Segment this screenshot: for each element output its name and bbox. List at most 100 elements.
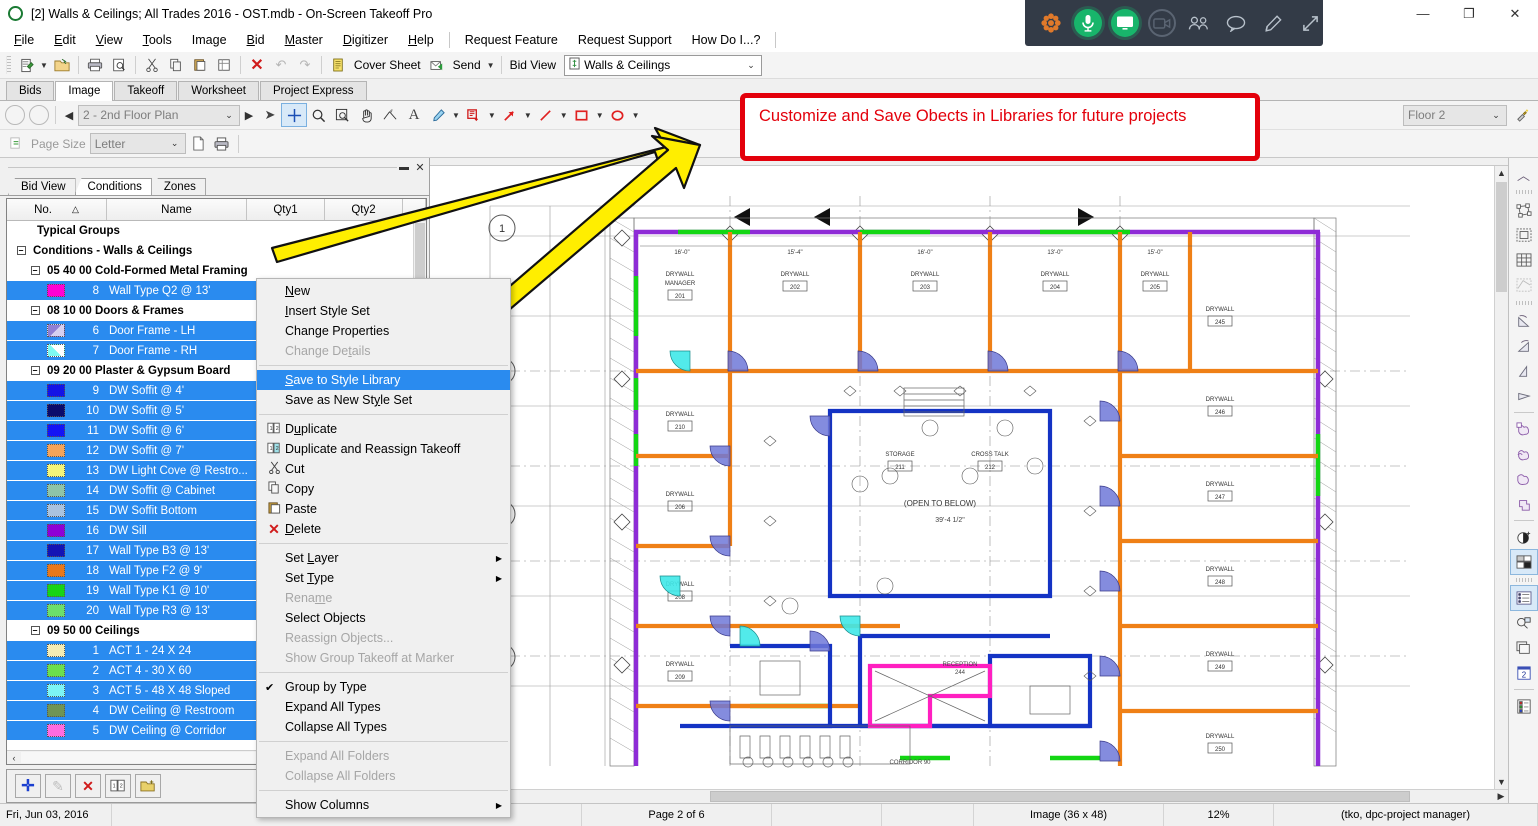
menu-file[interactable]: File	[4, 30, 44, 50]
blueprint-canvas[interactable]: 12 34 DETAILDETAIL	[430, 166, 1508, 789]
rectangle-annotation-tool[interactable]	[570, 104, 594, 126]
rail-grip-3[interactable]	[1516, 578, 1532, 582]
panel-minimize-icon[interactable]: ▬	[397, 162, 411, 173]
menu-item-save-to-style-library[interactable]: Save to Style Library	[257, 370, 510, 390]
chat-icon[interactable]	[1222, 9, 1250, 37]
rail-grip-2[interactable]	[1516, 301, 1532, 305]
undo-icon[interactable]: ↶	[269, 54, 293, 76]
microphone-icon[interactable]	[1074, 9, 1102, 37]
open-bid-icon[interactable]	[50, 54, 74, 76]
polygon-edit-icon[interactable]	[1511, 198, 1537, 222]
pages-stack-icon[interactable]	[1511, 636, 1537, 660]
menu-item-delete[interactable]: ✕ Delete	[257, 519, 510, 539]
cover-sheet-label[interactable]: Cover Sheet	[350, 58, 425, 72]
menu-item-duplicate[interactable]: 12 Duplicate	[257, 419, 510, 439]
bid-view-combo[interactable]: Walls & Ceilings ⌄	[564, 55, 762, 76]
chevron-down-icon[interactable]: ⌄	[167, 138, 183, 149]
edit-condition-button[interactable]: ✎	[45, 774, 71, 798]
tab-project-express[interactable]: Project Express	[260, 81, 367, 100]
page-combo[interactable]: 2 - 2nd Floor Plan ⌄	[78, 105, 240, 126]
rect-dropdown-caret[interactable]: ▼	[594, 111, 606, 120]
overlay-merge-icon[interactable]	[1511, 467, 1537, 491]
zoom-tool[interactable]	[306, 104, 330, 126]
expander-icon[interactable]: −	[31, 266, 40, 275]
menu-image[interactable]: Image	[182, 30, 237, 50]
flip-vertical-icon[interactable]	[1511, 384, 1537, 408]
layer-list-icon[interactable]	[1511, 586, 1537, 610]
cut-icon[interactable]	[140, 54, 164, 76]
arrow-annotation-tool[interactable]	[498, 104, 522, 126]
chevron-down-icon[interactable]: ⌄	[1488, 110, 1504, 121]
new-bid-dropdown-caret[interactable]: ▼	[38, 61, 50, 70]
page-rotate-icon[interactable]	[3, 133, 27, 155]
duplicate-condition-button[interactable]: 12	[105, 774, 131, 798]
overlay-compare-icon[interactable]	[1511, 442, 1537, 466]
menu-item-copy[interactable]: Copy	[257, 479, 510, 499]
menu-item-change-properties[interactable]: Change Properties	[257, 321, 510, 341]
menu-digitizer[interactable]: Digitizer	[333, 30, 398, 50]
arrow-dropdown-caret[interactable]: ▼	[522, 111, 534, 120]
zoom-window-tool[interactable]	[330, 104, 354, 126]
legend-icon[interactable]	[1511, 694, 1537, 718]
view-tab-zones[interactable]: Zones	[151, 178, 206, 195]
prev-page-icon[interactable]: ◀	[60, 109, 78, 122]
new-page-icon[interactable]	[186, 133, 210, 155]
menu-item-collapse-all-types[interactable]: Collapse All Types	[257, 717, 510, 737]
flip-horizontal-icon[interactable]	[1511, 359, 1537, 383]
menu-item-expand-all-types[interactable]: Expand All Types	[257, 697, 510, 717]
select-arrow-tool[interactable]: ➤	[258, 104, 282, 126]
scroll-up-icon[interactable]: ▲	[1495, 166, 1508, 180]
back-nav-icon[interactable]	[3, 104, 27, 126]
tab-bids[interactable]: Bids	[6, 81, 54, 100]
expander-icon[interactable]: −	[31, 626, 40, 635]
grid-icon[interactable]	[1511, 248, 1537, 272]
copy-icon[interactable]	[164, 54, 188, 76]
print-icon[interactable]	[83, 54, 107, 76]
toolbar-grip[interactable]	[6, 56, 11, 74]
selection-frame-icon[interactable]	[1511, 223, 1537, 247]
view-tab-conditions[interactable]: Conditions	[75, 178, 152, 195]
scrollbar-thumb[interactable]	[710, 791, 1410, 802]
menu-help[interactable]: Help	[398, 30, 444, 50]
new-bid-icon[interactable]	[14, 54, 38, 76]
print-preview-icon[interactable]	[107, 54, 131, 76]
menu-bid[interactable]: Bid	[237, 30, 275, 50]
send-icon[interactable]	[425, 54, 449, 76]
column-header-name[interactable]: Name	[107, 199, 247, 220]
column-header-no[interactable]: No. △	[7, 199, 107, 220]
add-condition-button[interactable]: ✛	[15, 774, 41, 798]
paste-icon[interactable]	[188, 54, 212, 76]
chevron-down-icon[interactable]: ⌄	[743, 60, 759, 71]
menu-how-do-i[interactable]: How Do I...?	[682, 30, 771, 50]
expand-icon[interactable]	[1296, 9, 1324, 37]
menu-item-show-columns[interactable]: Show Columns▶	[257, 795, 510, 815]
tab-image[interactable]: Image	[55, 81, 113, 101]
forward-nav-icon[interactable]	[27, 104, 51, 126]
menu-edit[interactable]: Edit	[44, 30, 86, 50]
menu-item-new[interactable]: New	[257, 281, 510, 301]
minimize-button[interactable]: —	[1400, 0, 1446, 28]
canvas-horizontal-scrollbar[interactable]: ◀ ▶	[430, 789, 1508, 803]
layer-settings-icon[interactable]	[1510, 104, 1534, 126]
send-label[interactable]: Send	[449, 58, 485, 72]
highlighter-dropdown-caret[interactable]: ▼	[450, 111, 462, 120]
column-header-qty2[interactable]: Qty2	[325, 199, 403, 220]
next-page-icon[interactable]: ▶	[240, 109, 258, 122]
menu-item-duplicate-reassign[interactable]: 12 Duplicate and Reassign Takeoff	[257, 439, 510, 459]
line-dropdown-caret[interactable]: ▼	[558, 111, 570, 120]
stamp-tool[interactable]	[462, 104, 486, 126]
scroll-down-icon[interactable]: ▼	[1495, 775, 1508, 789]
expander-icon[interactable]: −	[31, 366, 40, 375]
expander-icon[interactable]: −	[31, 306, 40, 315]
pan-hand-tool[interactable]	[354, 104, 378, 126]
contrast-icon[interactable]	[1511, 525, 1537, 549]
delete-condition-button[interactable]: ✕	[75, 774, 101, 798]
column-header-qty1[interactable]: Qty1	[247, 199, 325, 220]
menu-item-set-type[interactable]: Set Type▶	[257, 568, 510, 588]
menu-item-save-as-new-style-set[interactable]: Save as New Style Set	[257, 390, 510, 410]
dimension-tool[interactable]: 4'	[378, 104, 402, 126]
canvas-vertical-scrollbar[interactable]: ▲ ▼	[1494, 166, 1508, 789]
collapse-rail-icon[interactable]: ︿	[1511, 162, 1537, 186]
screen-share-icon[interactable]	[1111, 9, 1139, 37]
webcam-icon[interactable]	[1148, 9, 1176, 37]
